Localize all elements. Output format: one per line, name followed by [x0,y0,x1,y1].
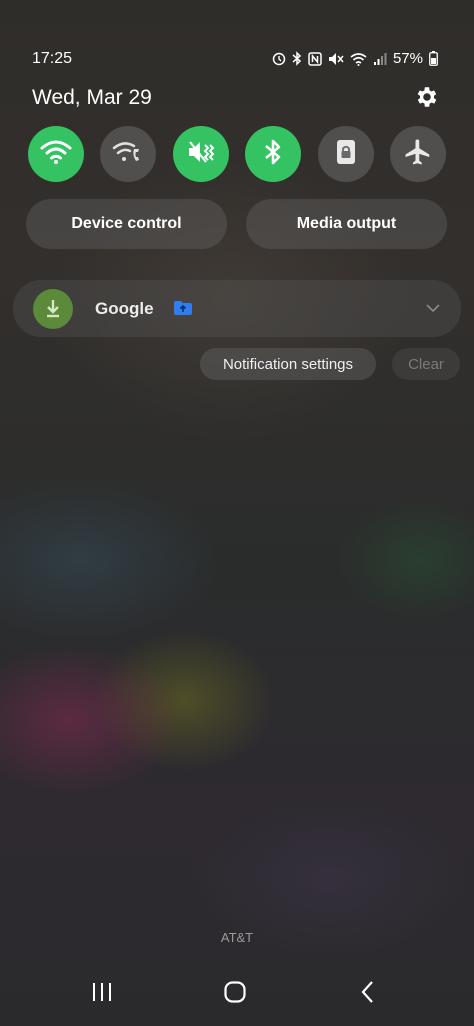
qs-bluetooth-toggle[interactable] [245,126,302,182]
status-icons: 57% [272,50,438,67]
folder-icon [173,300,193,321]
date-label: Wed, Mar 29 [32,86,152,109]
mute-icon [186,139,216,170]
media-output-button[interactable]: Media output [246,199,447,249]
notification-settings-button[interactable]: Notification settings [200,348,376,380]
status-time: 17:25 [32,50,73,67]
wifi-icon [40,139,72,170]
device-control-button[interactable]: Device control [26,199,227,249]
home-button[interactable] [215,980,255,1008]
back-icon [359,980,377,1009]
qs-portrait-lock-toggle[interactable] [317,126,374,182]
qs-wifi-toggle[interactable] [28,126,84,182]
recent-apps-button[interactable] [82,980,122,1008]
notification-card-google[interactable]: Google [13,280,461,337]
lock-icon [335,139,357,170]
alarm-icon [272,52,286,66]
airplane-icon [403,137,433,172]
qs-airplane-toggle[interactable] [389,126,446,182]
back-button[interactable] [348,980,388,1008]
bluetooth-icon [264,138,282,171]
chevron-down-icon[interactable] [425,300,441,321]
recent-apps-icon [91,981,113,1008]
wifi-icon [350,52,367,66]
quick-settings-row [28,126,446,182]
panel-buttons-row: Device control Media output [26,199,447,249]
battery-icon [429,51,438,66]
nfc-icon [308,51,322,66]
battery-percent: 57% [392,50,423,67]
qs-wifi-calling-toggle[interactable] [100,126,157,182]
download-icon [33,289,73,329]
home-icon [223,980,247,1009]
signal-icon [373,52,387,66]
mute-icon [328,52,344,66]
gear-icon[interactable] [414,84,440,110]
notification-app-name: Google [95,299,154,318]
navigation-bar [0,970,474,1016]
carrier-label: AT&T [220,930,254,945]
wifi-calling-icon [112,139,144,170]
bluetooth-icon [292,51,302,66]
qs-sound-toggle[interactable] [172,126,229,182]
clear-button[interactable]: Clear [392,348,460,380]
